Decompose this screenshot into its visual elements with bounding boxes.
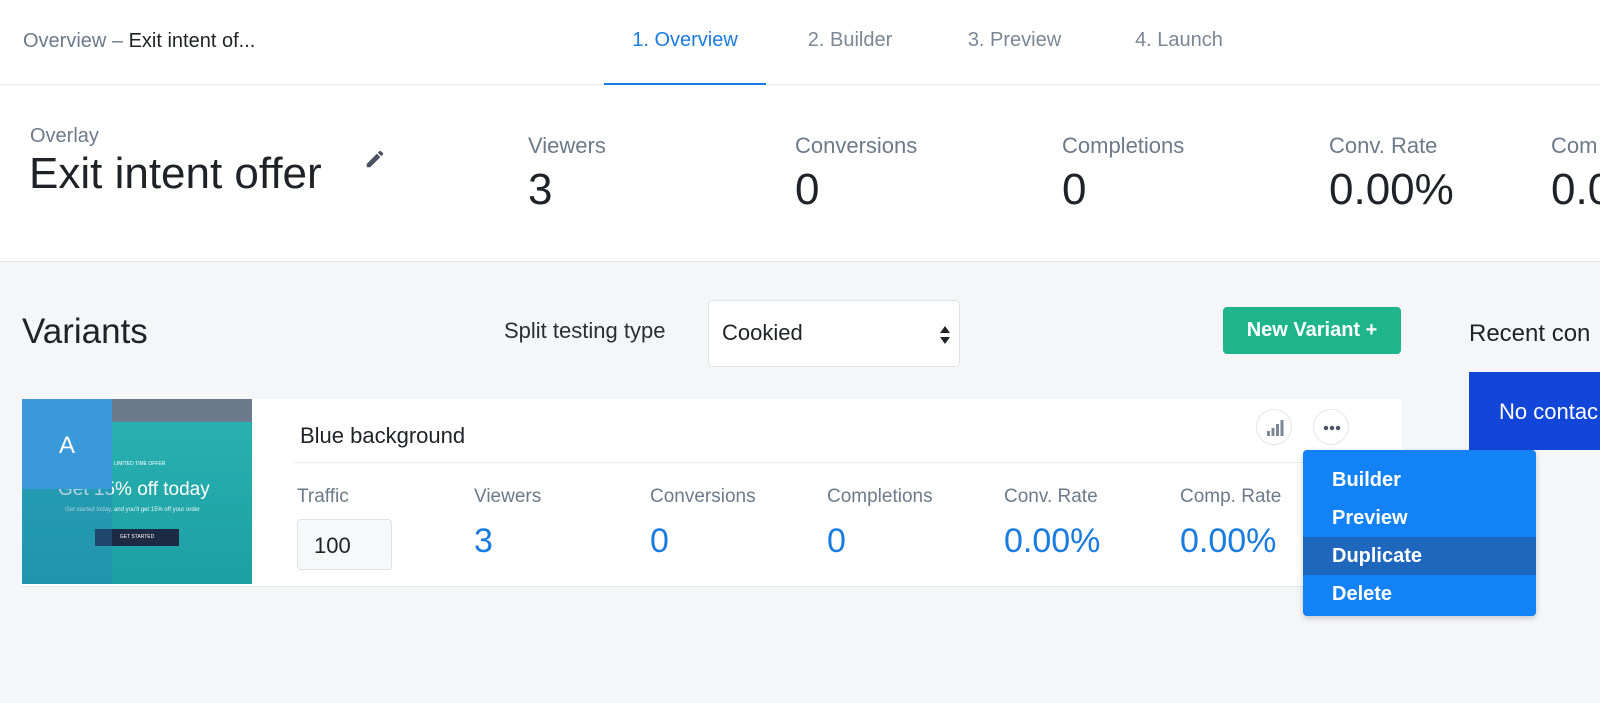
variants-section: Variants Split testing type Cookied New … — [0, 262, 1600, 703]
metric-value: 0.00% — [1004, 522, 1101, 560]
variant-badge: A — [22, 399, 112, 489]
updown-arrows-icon — [940, 326, 950, 344]
variant-metric-comp-rate: Comp. Rate 0.00% — [1180, 486, 1281, 561]
breadcrumb-current: Exit intent of... — [128, 30, 256, 52]
tab-launch[interactable]: 4. Launch — [1128, 0, 1230, 85]
variant-thumbnail[interactable]: LIMITED TIME OFFER Get 15% off today Get… — [22, 399, 252, 584]
metric-value: 0.00% — [1180, 522, 1277, 560]
stat-label: Conversions — [795, 133, 918, 158]
variant-traffic: Traffic — [297, 486, 349, 508]
stat-value: 0.0 — [1551, 165, 1600, 214]
stat-label: Viewers — [528, 133, 606, 158]
thumbnail-offer-text: LIMITED TIME OFFER — [114, 461, 166, 467]
top-nav-bar: Overview – Exit intent of... 1. Overview… — [0, 0, 1600, 86]
summary-stat-comp-rate: Com 0.0 — [1551, 133, 1600, 215]
menu-item-duplicate[interactable]: Duplicate — [1303, 537, 1536, 575]
new-variant-button[interactable]: New Variant + — [1223, 307, 1401, 354]
split-testing-value: Cookied — [722, 320, 803, 345]
menu-item-delete[interactable]: Delete — [1303, 575, 1536, 613]
ellipsis-icon — [1323, 425, 1341, 431]
variant-stats-button[interactable] — [1256, 409, 1292, 445]
variant-card: LIMITED TIME OFFER Get 15% off today Get… — [22, 399, 1402, 587]
metric-value: 0 — [827, 522, 846, 560]
metric-label: Completions — [827, 486, 933, 507]
variant-metric-viewers: Viewers 3 — [474, 486, 541, 561]
recent-contacts-heading: Recent con — [1469, 320, 1591, 347]
pencil-icon[interactable] — [364, 148, 386, 170]
variant-metric-conversions: Conversions 0 — [650, 486, 756, 561]
metric-label: Conversions — [650, 486, 756, 507]
traffic-label: Traffic — [297, 486, 349, 507]
stat-value: 0 — [1062, 165, 1087, 214]
tab-builder[interactable]: 2. Builder — [802, 0, 898, 85]
variant-more-button[interactable] — [1313, 409, 1349, 445]
tab-overview[interactable]: 1. Overview — [604, 0, 766, 86]
metric-label: Comp. Rate — [1180, 486, 1282, 507]
split-testing-label: Split testing type — [504, 318, 666, 343]
stat-label: Com — [1551, 133, 1598, 158]
summary-stat-conv-rate: Conv. Rate 0.00% — [1329, 133, 1454, 215]
variants-heading: Variants — [22, 312, 148, 351]
menu-item-preview[interactable]: Preview — [1303, 499, 1536, 537]
breadcrumb: Overview – Exit intent of... — [23, 30, 255, 53]
summary-stat-conversions: Conversions 0 — [795, 133, 917, 215]
bar-chart-icon — [1267, 420, 1284, 436]
breadcrumb-prefix[interactable]: Overview – — [23, 30, 123, 52]
variant-metric-completions: Completions 0 — [827, 486, 933, 561]
stat-value: 0 — [795, 165, 820, 214]
variant-name: Blue background — [300, 423, 466, 448]
stat-value: 3 — [528, 165, 553, 214]
stat-value: 0.00% — [1329, 165, 1454, 214]
variant-metric-conv-rate: Conv. Rate 0.00% — [1004, 486, 1100, 561]
page-title: Exit intent offer — [29, 149, 322, 198]
menu-item-builder[interactable]: Builder — [1303, 461, 1536, 499]
traffic-input[interactable]: 100 — [297, 519, 392, 570]
card-divider — [294, 462, 1364, 463]
tab-preview[interactable]: 3. Preview — [962, 0, 1067, 85]
metric-label: Conv. Rate — [1004, 486, 1098, 507]
campaign-type-label: Overlay — [30, 125, 99, 147]
no-contacts-panel: No contac — [1469, 372, 1600, 450]
stat-label: Conv. Rate — [1329, 133, 1438, 158]
metric-value: 0 — [650, 522, 669, 560]
campaign-summary: Overlay Exit intent offer Viewers 3 Conv… — [0, 85, 1600, 262]
summary-stat-viewers: Viewers 3 — [528, 133, 606, 215]
summary-stat-completions: Completions 0 — [1062, 133, 1184, 215]
stat-label: Completions — [1062, 133, 1185, 158]
split-testing-select[interactable]: Cookied — [708, 300, 960, 367]
variant-actions-menu: Builder Preview Duplicate Delete — [1303, 450, 1536, 616]
metric-value: 3 — [474, 522, 493, 560]
metric-label: Viewers — [474, 486, 542, 507]
